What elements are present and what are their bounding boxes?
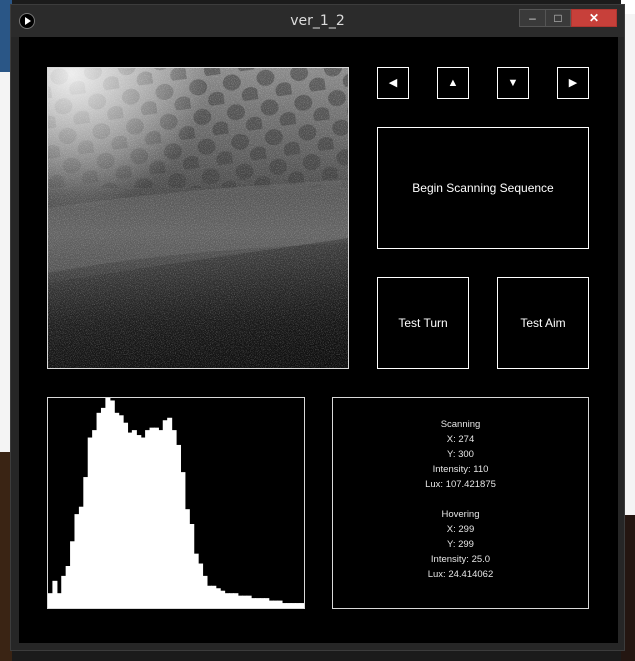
histogram-bar — [153, 427, 159, 608]
histogram-bar — [87, 437, 93, 608]
histogram-bar — [61, 575, 67, 608]
histogram-bar — [295, 603, 301, 608]
histogram-bar — [149, 427, 155, 608]
histogram-bar — [140, 437, 146, 608]
test-turn-button[interactable]: Test Turn — [377, 277, 469, 369]
scanning-lux: Lux: 107.421875 — [425, 479, 496, 490]
histogram-bar — [299, 603, 304, 608]
hovering-y: Y: 299 — [447, 539, 474, 550]
camera-image — [48, 68, 348, 368]
histogram-bar — [136, 435, 142, 608]
arrow-down-button[interactable]: ▼ — [497, 67, 529, 99]
histogram-bar — [52, 580, 58, 608]
histogram-bar — [251, 598, 257, 608]
histogram-bar — [78, 506, 84, 608]
arrow-right-button[interactable]: ▶ — [557, 67, 589, 99]
histogram-bar — [184, 509, 190, 608]
histogram-bar — [273, 600, 279, 608]
histogram-bar — [220, 590, 226, 608]
histogram-bar — [215, 588, 221, 608]
arrow-left-icon: ◀ — [388, 76, 398, 89]
histogram-bar — [105, 398, 111, 608]
histogram-bar — [127, 432, 133, 608]
sketch-canvas: ◀ ▲ ▼ ▶ Begin Scanning Sequence Test Tur… — [19, 37, 618, 643]
arrow-right-icon: ▶ — [568, 76, 578, 89]
histogram-bar — [145, 430, 151, 608]
begin-scanning-button[interactable]: Begin Scanning Sequence — [377, 127, 589, 249]
scanning-x: X: 274 — [446, 434, 475, 445]
histogram-bar — [193, 553, 199, 608]
histogram-bar — [118, 415, 124, 608]
histogram-bar — [92, 430, 98, 608]
hovering-lux: Lux: 24.414062 — [427, 569, 494, 580]
histogram-chart — [48, 398, 304, 608]
histogram-bar — [286, 603, 292, 608]
hovering-heading: Hovering — [441, 509, 480, 520]
close-button[interactable]: ✕ — [571, 9, 617, 27]
histogram-bar — [74, 514, 80, 608]
histogram-bar — [96, 412, 102, 608]
histogram-bar — [83, 477, 89, 608]
histogram-bar — [242, 595, 248, 608]
readout-panel: Scanning X: 274 Y: 300 Intensity: 110 Lu… — [332, 397, 589, 609]
histogram-bar — [70, 541, 76, 608]
histogram-bar — [131, 430, 137, 608]
histogram-bar — [65, 566, 71, 608]
histogram-bar — [277, 600, 283, 608]
histogram-bar — [100, 407, 106, 608]
histogram-bar — [162, 420, 168, 608]
histogram-bar — [176, 444, 182, 608]
histogram-bar — [211, 585, 217, 608]
hovering-intensity: Intensity: 25.0 — [430, 554, 491, 565]
minimize-button[interactable]: – — [519, 9, 545, 27]
histogram-bar — [167, 417, 173, 608]
histogram-bar — [109, 400, 115, 608]
histogram-bar — [171, 430, 177, 608]
histogram-bar — [281, 603, 287, 608]
histogram-bar — [259, 598, 265, 608]
test-aim-button[interactable]: Test Aim — [497, 277, 589, 369]
histogram-bar — [189, 524, 195, 608]
histogram-bar — [255, 598, 261, 608]
histogram-bar — [264, 598, 270, 608]
histogram-bar — [158, 430, 164, 608]
histogram-bar — [224, 593, 230, 608]
arrow-up-icon: ▲ — [447, 76, 459, 89]
histogram-bar — [123, 422, 129, 608]
histogram-bar — [56, 593, 62, 608]
scanning-y: Y: 300 — [447, 449, 474, 460]
histogram-bar — [180, 472, 186, 608]
histogram-bar — [246, 595, 252, 608]
histogram-bar — [114, 412, 120, 608]
arrow-left-button[interactable]: ◀ — [377, 67, 409, 99]
histogram-bar — [237, 595, 243, 608]
scanning-heading: Scanning — [440, 419, 481, 430]
arrow-up-button[interactable]: ▲ — [437, 67, 469, 99]
histogram-bar — [48, 593, 54, 608]
histogram-bar — [233, 593, 239, 608]
histogram-bar — [290, 603, 296, 608]
title-bar[interactable]: ver_1_2 – □ ✕ — [11, 5, 624, 37]
histogram-bar — [206, 585, 212, 608]
scanning-intensity: Intensity: 110 — [432, 464, 489, 475]
camera-image-preview[interactable] — [47, 67, 349, 369]
histogram-bar — [268, 600, 274, 608]
maximize-button[interactable]: □ — [545, 9, 571, 27]
arrow-down-icon: ▼ — [507, 76, 519, 89]
histogram-bar — [202, 575, 208, 608]
histogram-bar — [198, 563, 204, 608]
hovering-x: X: 299 — [446, 524, 475, 535]
histogram-bar — [228, 593, 234, 608]
intensity-histogram — [47, 397, 305, 609]
app-window: ver_1_2 – □ ✕ ◀ ▲ ▼ ▶ Begin Scanning Seq… — [10, 4, 625, 651]
